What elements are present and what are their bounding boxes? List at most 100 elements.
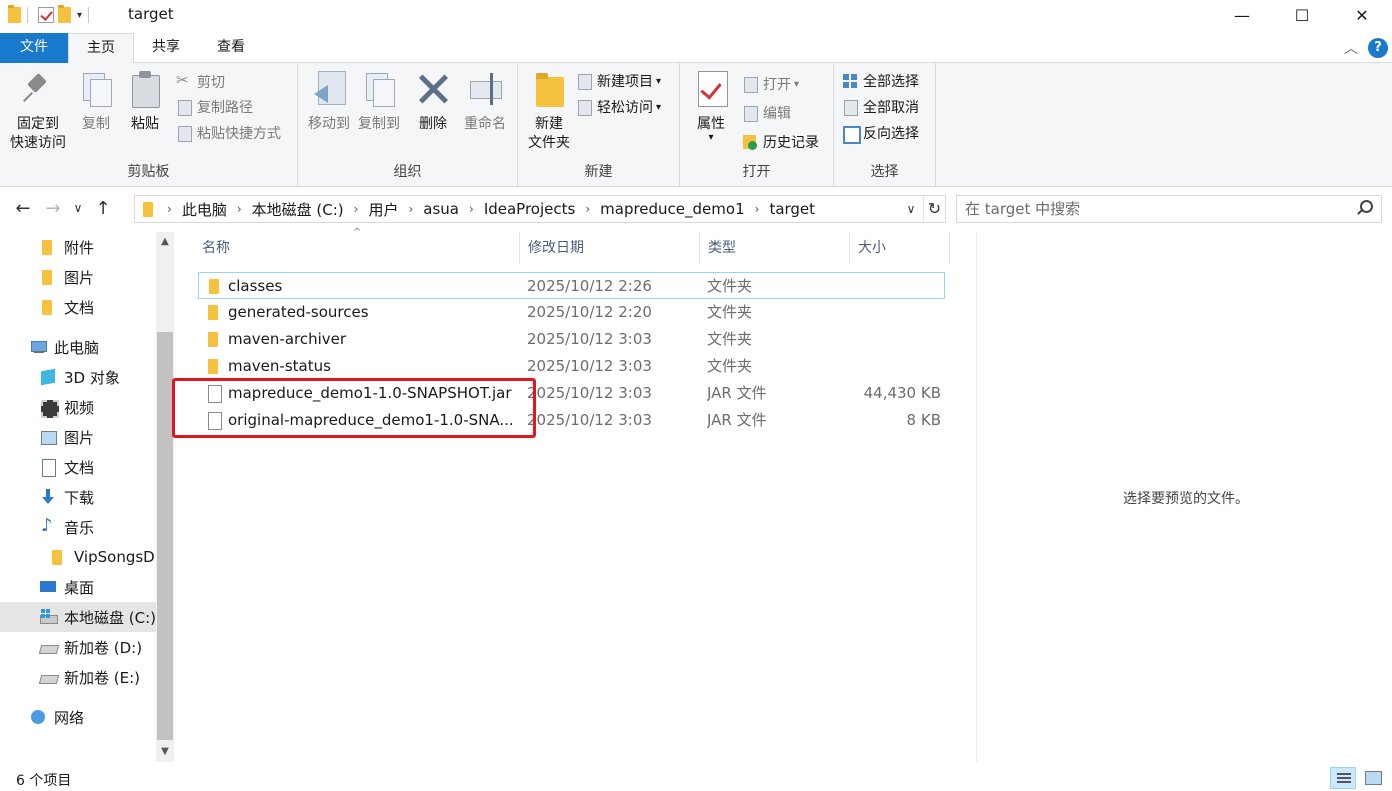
- sidebar-item-documents-folder[interactable]: 文档: [0, 292, 156, 322]
- breadcrumb-asua[interactable]: asua: [419, 200, 463, 218]
- close-button[interactable]: ✕: [1332, 0, 1392, 30]
- breadcrumb-users[interactable]: 用户: [364, 199, 402, 220]
- table-row[interactable]: classes 2025/10/12 2:26 文件夹: [198, 272, 945, 299]
- sidebar-item-music[interactable]: 音乐: [0, 512, 156, 542]
- copy-path-button[interactable]: 复制路径: [176, 95, 253, 119]
- delete-button[interactable]: 删除: [413, 71, 453, 134]
- preview-divider[interactable]: [976, 232, 977, 762]
- sidebar-item-vipsongs[interactable]: VipSongsD: [0, 542, 156, 572]
- breadcrumb-chevron-icon[interactable]: ›: [579, 202, 596, 216]
- new-folder-icon[interactable]: [58, 5, 71, 23]
- breadcrumb-mapreduce-demo1[interactable]: mapreduce_demo1: [596, 200, 748, 218]
- sidebar-item-label: 附件: [64, 238, 95, 257]
- window-title: target: [128, 5, 174, 23]
- pin-to-quick-access-button[interactable]: 固定到 快速访问: [6, 71, 70, 153]
- rename-button[interactable]: 重命名: [460, 71, 510, 134]
- column-header-date[interactable]: 修改日期: [520, 232, 700, 264]
- tab-file[interactable]: 文件: [0, 33, 68, 63]
- large-icons-view-icon[interactable]: [1360, 767, 1386, 789]
- open-button[interactable]: 打开 ▾: [742, 72, 799, 96]
- breadcrumb-chevron-icon[interactable]: ›: [161, 202, 178, 216]
- sidebar-item-label: 网络: [54, 708, 85, 727]
- file-date: 2025/10/12 3:03: [527, 330, 652, 348]
- file-list: ^ 名称 修改日期 类型 大小 classes 2025/10/12 2:26 …: [178, 227, 978, 762]
- sidebar-item-e-drive[interactable]: 新加卷 (E:): [0, 662, 156, 692]
- move-to-button[interactable]: 移动到: [304, 71, 354, 134]
- tab-view[interactable]: 查看: [202, 33, 260, 63]
- recent-locations-chevron-icon[interactable]: ∨: [68, 201, 88, 215]
- clipboard-group: 固定到 快速访问 复制 粘贴 剪切 复制路径 粘贴快捷方式 剪贴板: [0, 63, 298, 187]
- paste-shortcut-button[interactable]: 粘贴快捷方式: [176, 121, 281, 145]
- sidebar-item-c-drive[interactable]: 本地磁盘 (C:): [0, 602, 156, 632]
- breadcrumb-ideaprojects[interactable]: IdeaProjects: [480, 200, 580, 218]
- easy-access-button[interactable]: 轻松访问 ▾: [576, 95, 661, 119]
- sidebar-item-pictures[interactable]: 图片: [0, 422, 156, 452]
- scroll-up-arrow-icon[interactable]: ▲: [156, 232, 174, 252]
- up-arrow-icon[interactable]: ↑: [88, 198, 118, 219]
- sidebar-item-desktop[interactable]: 桌面: [0, 572, 156, 602]
- sidebar-item-attachments[interactable]: 附件: [0, 232, 156, 262]
- refresh-icon[interactable]: ↻: [923, 196, 945, 222]
- sidebar-item-downloads[interactable]: 下载: [0, 482, 156, 512]
- sidebar-item-videos[interactable]: 视频: [0, 392, 156, 422]
- edit-button[interactable]: 编辑: [742, 101, 791, 125]
- tab-share[interactable]: 共享: [138, 33, 194, 63]
- column-header-size[interactable]: 大小: [850, 232, 950, 264]
- open-label: 打开: [763, 77, 791, 93]
- rename-icon: [468, 71, 502, 107]
- table-row[interactable]: maven-archiver 2025/10/12 3:03 文件夹: [198, 326, 945, 353]
- back-arrow-icon[interactable]: ←: [8, 198, 38, 219]
- breadcrumb-c-drive[interactable]: 本地磁盘 (C:): [248, 199, 348, 220]
- breadcrumb-chevron-icon[interactable]: ›: [231, 202, 248, 216]
- sidebar-item-pictures-folder[interactable]: 图片: [0, 262, 156, 292]
- search-input[interactable]: [957, 196, 1337, 222]
- table-row[interactable]: generated-sources 2025/10/12 2:20 文件夹: [198, 299, 945, 326]
- breadcrumb-this-pc[interactable]: 此电脑: [178, 199, 231, 220]
- address-bar[interactable]: › 此电脑 › 本地磁盘 (C:) › 用户 › asua › IdeaProj…: [134, 195, 946, 223]
- column-header-type[interactable]: 类型: [700, 232, 850, 264]
- column-header-name[interactable]: 名称: [194, 232, 520, 264]
- sidebar-item-d-drive[interactable]: 新加卷 (D:): [0, 632, 156, 662]
- minimize-button[interactable]: —: [1212, 0, 1272, 30]
- new-folder-button[interactable]: 新建 文件夹: [522, 71, 576, 153]
- sidebar-item-documents[interactable]: 文档: [0, 452, 156, 482]
- customize-toolbar-dropdown[interactable]: ▾: [77, 10, 82, 21]
- copy-to-button[interactable]: 复制到: [354, 71, 404, 134]
- select-none-button[interactable]: 全部取消: [842, 95, 919, 119]
- select-all-button[interactable]: 全部选择: [842, 69, 919, 93]
- tab-home[interactable]: 主页: [68, 33, 134, 64]
- invert-selection-button[interactable]: 反向选择: [842, 121, 919, 145]
- scroll-down-arrow-icon[interactable]: ▼: [156, 742, 174, 762]
- maximize-button[interactable]: ☐: [1272, 0, 1332, 30]
- folder-icon[interactable]: [8, 5, 21, 23]
- search-icon[interactable]: [1357, 200, 1373, 214]
- copy-button[interactable]: 复制: [76, 71, 116, 134]
- breadcrumb-chevron-icon[interactable]: ›: [348, 202, 365, 216]
- address-history-chevron-icon[interactable]: ∨: [899, 202, 923, 216]
- move-to-icon: [312, 71, 346, 107]
- cut-button[interactable]: 剪切: [176, 70, 225, 94]
- open-group: 属性 ▾ 打开 ▾ 编辑 历史记录 打开: [680, 63, 834, 187]
- paste-shortcut-label: 粘贴快捷方式: [197, 126, 281, 142]
- new-item-button[interactable]: 新建项目 ▾: [576, 69, 661, 93]
- paste-button[interactable]: 粘贴: [125, 71, 165, 134]
- breadcrumb-chevron-icon[interactable]: ›: [749, 202, 766, 216]
- collapse-ribbon-icon[interactable]: ︿: [1344, 38, 1358, 58]
- scrollbar-thumb[interactable]: [157, 332, 173, 740]
- sidebar-item-network[interactable]: 网络: [0, 702, 156, 732]
- help-icon[interactable]: ?: [1368, 38, 1388, 58]
- sidebar-item-this-pc[interactable]: 此电脑: [0, 332, 156, 362]
- pin-label-line1: 固定到: [17, 116, 59, 132]
- folder-icon: [40, 239, 56, 255]
- details-view-icon[interactable]: [1330, 767, 1356, 789]
- properties-check-icon[interactable]: [38, 7, 54, 23]
- table-row[interactable]: maven-status 2025/10/12 3:03 文件夹: [198, 353, 945, 380]
- forward-arrow-icon[interactable]: →: [38, 198, 68, 219]
- navigation-pane-scrollbar[interactable]: ▲ ▼: [156, 232, 174, 762]
- properties-button[interactable]: 属性 ▾: [688, 71, 734, 143]
- sidebar-item-3d-objects[interactable]: 3D 对象: [0, 362, 156, 392]
- breadcrumb-chevron-icon[interactable]: ›: [463, 202, 480, 216]
- breadcrumb-target[interactable]: target: [765, 200, 819, 218]
- breadcrumb-chevron-icon[interactable]: ›: [402, 202, 419, 216]
- history-button[interactable]: 历史记录: [742, 130, 819, 154]
